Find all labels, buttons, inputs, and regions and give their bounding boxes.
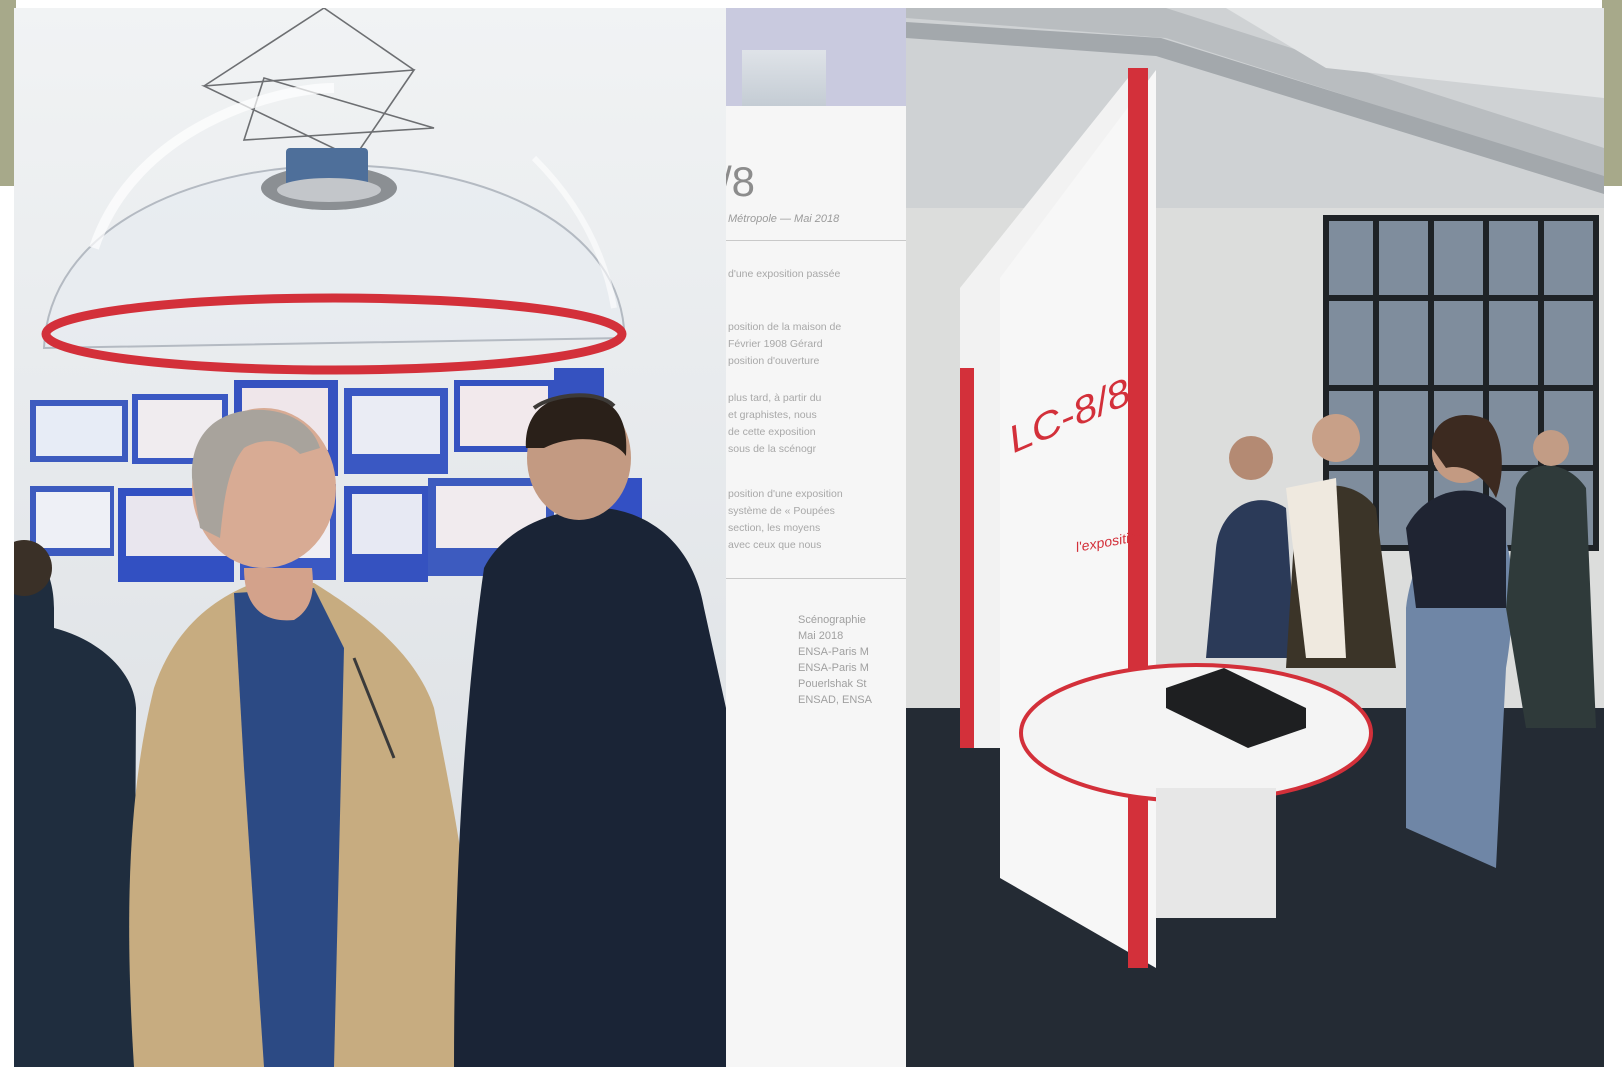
person-left-edge bbox=[14, 547, 136, 1067]
document-paragraph-line: position d'une exposition bbox=[728, 488, 843, 500]
document-paragraph-line: d'une exposition passée bbox=[728, 268, 841, 280]
document-paragraph-line: position d'ouverture bbox=[728, 355, 820, 367]
document-title: /8 bbox=[726, 158, 756, 205]
photo-exhibition-panel: LC-8/8 l'exposition bbox=[906, 8, 1604, 1067]
document-paragraph-line: et graphistes, nous bbox=[728, 409, 817, 421]
speaker-device bbox=[261, 148, 397, 210]
document-paragraph-line: position de la maison de bbox=[728, 321, 842, 333]
document-thumbnail bbox=[742, 50, 826, 106]
document-subtitle: Métropole — Mai 2018 bbox=[728, 213, 840, 225]
photo-exhibition-dome bbox=[14, 8, 726, 1067]
document-paragraph-line: section, les moyens bbox=[728, 522, 821, 534]
document-paragraph-line: plus tard, à partir du bbox=[728, 392, 822, 404]
document-paragraph-line: avec ceux que nous bbox=[728, 539, 822, 551]
olive-band-right bbox=[1602, 0, 1622, 186]
document-paragraph-line: Février 1908 Gérard bbox=[728, 338, 823, 350]
document-paragraph-line: sous de la scénogr bbox=[728, 443, 817, 455]
document-paragraph-line: système de « Poupées bbox=[728, 505, 835, 517]
document-page: /8 Métropole — Mai 2018 d'une exposition… bbox=[726, 8, 906, 1067]
document-divider bbox=[726, 578, 906, 579]
document-divider bbox=[726, 240, 906, 241]
document-paragraph-line: de cette exposition bbox=[728, 426, 816, 438]
document-meta: Scénographie Mai 2018 ENSA-Paris M ENSA-… bbox=[798, 614, 872, 706]
